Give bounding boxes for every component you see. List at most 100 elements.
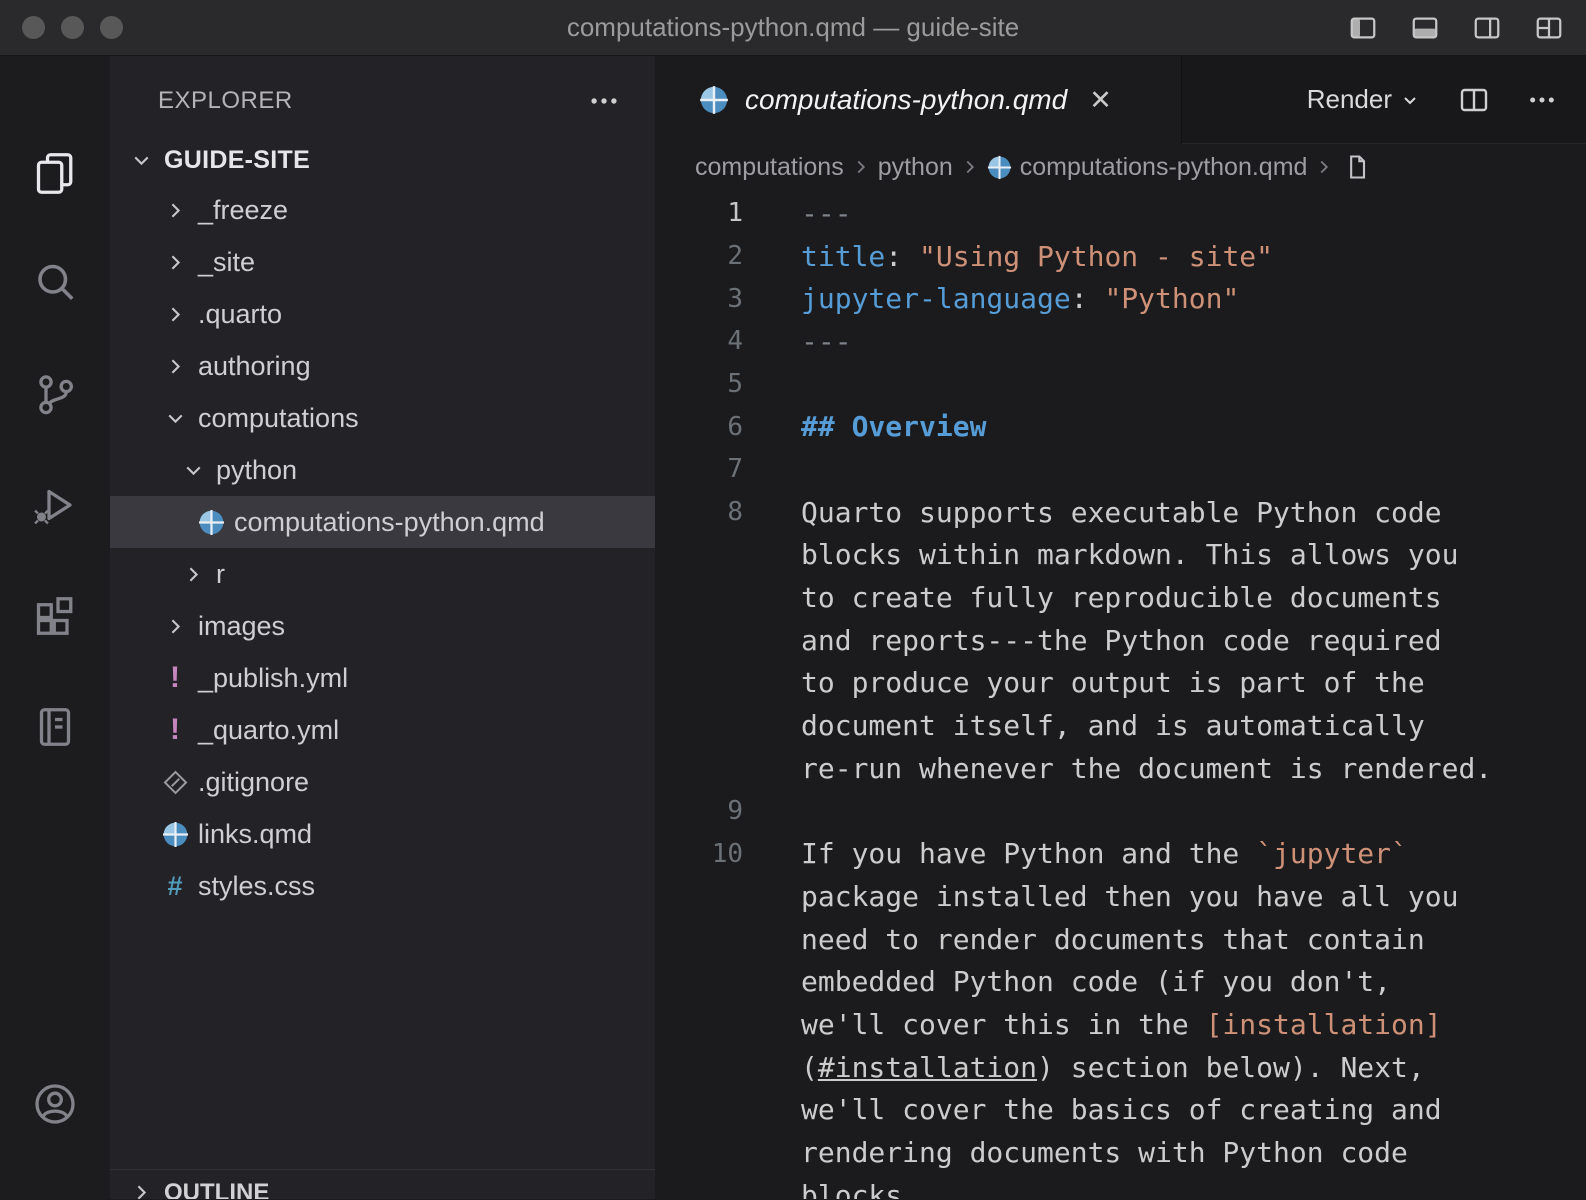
- zoom-window-icon[interactable]: [100, 16, 123, 39]
- tree-item-label: r: [216, 559, 225, 590]
- line-number: 5: [655, 369, 743, 399]
- line-number: 6: [655, 412, 743, 442]
- tree-item-authoring[interactable]: authoring: [110, 340, 655, 392]
- code-line[interactable]: we'll cover this in the [installation]: [655, 1003, 1586, 1046]
- tab-bar: computations-python.qmd ✕ Render: [655, 56, 1586, 144]
- tree-item-images[interactable]: images: [110, 600, 655, 652]
- line-content: If you have Python and the `jupyter`: [801, 837, 1408, 870]
- code-line[interactable]: document itself, and is automatically: [655, 704, 1586, 747]
- layout-icon[interactable]: [1534, 13, 1564, 43]
- chevron-right-icon[interactable]: [160, 614, 190, 639]
- explorer-title: EXPLORER: [158, 87, 293, 115]
- line-content: rendering documents with Python code: [801, 1136, 1408, 1169]
- tree-item-r[interactable]: r: [110, 548, 655, 600]
- split-editor-icon[interactable]: [1458, 84, 1490, 116]
- line-number: 10: [655, 839, 743, 869]
- tree-item--quarto[interactable]: .quarto: [110, 288, 655, 340]
- code-line[interactable]: 2title: "Using Python - site": [655, 235, 1586, 278]
- tree-item--publish-yml[interactable]: !_publish.yml: [110, 652, 655, 704]
- panel-right-icon[interactable]: [1472, 13, 1502, 43]
- chevron-right-icon[interactable]: [160, 250, 190, 275]
- line-number: 4: [655, 326, 743, 356]
- chevron-right-icon[interactable]: [160, 354, 190, 379]
- line-content: blocks within markdown. This allows you: [801, 538, 1458, 571]
- code-line[interactable]: 8Quarto supports executable Python code: [655, 491, 1586, 534]
- code-line[interactable]: 1---: [655, 192, 1586, 235]
- code-line[interactable]: embedded Python code (if you don't,: [655, 960, 1586, 1003]
- close-window-icon[interactable]: [22, 16, 45, 39]
- search-icon[interactable]: [0, 227, 110, 338]
- tree-item-label: authoring: [198, 351, 311, 382]
- tree-item-computations[interactable]: computations: [110, 392, 655, 444]
- line-content: and reports---the Python code required: [801, 624, 1442, 657]
- line-content: ---: [801, 197, 852, 230]
- source-control-icon[interactable]: [0, 338, 110, 449]
- code-line[interactable]: package installed then you have all you: [655, 875, 1586, 918]
- account-icon[interactable]: [0, 1048, 110, 1159]
- breadcrumb-item-python[interactable]: python: [878, 153, 953, 182]
- code-line[interactable]: blocks.: [655, 1174, 1586, 1199]
- breadcrumb-item-file[interactable]: computations-python.qmd: [1020, 153, 1308, 182]
- chevron-right-icon[interactable]: [178, 562, 208, 587]
- tree-item--quarto-yml[interactable]: !_quarto.yml: [110, 704, 655, 756]
- tree-item-styles-css[interactable]: #styles.css: [110, 860, 655, 912]
- render-button[interactable]: Render: [1307, 84, 1422, 115]
- more-actions-icon[interactable]: [1526, 84, 1558, 116]
- code-line[interactable]: and reports---the Python code required: [655, 619, 1586, 662]
- code-editor[interactable]: 1---2title: "Using Python - site"3jupyte…: [655, 190, 1586, 1199]
- line-content: Quarto supports executable Python code: [801, 496, 1442, 529]
- code-line[interactable]: blocks within markdown. This allows you: [655, 534, 1586, 577]
- chevron-right-icon: [850, 156, 872, 178]
- panel-left-icon[interactable]: [1348, 13, 1378, 43]
- code-line[interactable]: 3jupyter-language: "Python": [655, 277, 1586, 320]
- extensions-icon[interactable]: [0, 560, 110, 671]
- chevron-down-icon[interactable]: [126, 148, 156, 173]
- tree-item--freeze[interactable]: _freeze: [110, 184, 655, 236]
- outline-section-header[interactable]: OUTLINE: [110, 1169, 655, 1199]
- code-line[interactable]: 6 ## Overview: [655, 405, 1586, 448]
- chevron-right-icon[interactable]: [160, 198, 190, 223]
- tree-item-links-qmd[interactable]: links.qmd: [110, 808, 655, 860]
- tree-item-computations-python-qmd[interactable]: computations-python.qmd: [110, 496, 655, 548]
- line-content: to produce your output is part of the: [801, 666, 1425, 699]
- editor-group: computations-python.qmd ✕ Render computa…: [655, 56, 1586, 1199]
- more-actions-icon[interactable]: [587, 84, 621, 118]
- code-line[interactable]: 7: [655, 448, 1586, 491]
- traffic-lights: [22, 16, 123, 39]
- code-line[interactable]: (#installation) section below). Next,: [655, 1046, 1586, 1089]
- code-line[interactable]: to produce your output is part of the: [655, 662, 1586, 705]
- tree-item-python[interactable]: python: [110, 444, 655, 496]
- tree-item-label: python: [216, 455, 297, 486]
- code-line[interactable]: 10 If you have Python and the `jupyter`: [655, 832, 1586, 875]
- minimize-window-icon[interactable]: [61, 16, 84, 39]
- code-line[interactable]: we'll cover the basics of creating and: [655, 1088, 1586, 1131]
- code-line[interactable]: rendering documents with Python code: [655, 1131, 1586, 1174]
- tree-root-guide-site[interactable]: GUIDE-SITE: [110, 136, 655, 184]
- sidebar-header: EXPLORER: [110, 56, 655, 132]
- chevron-down-icon[interactable]: [160, 406, 190, 431]
- chevron-down-icon[interactable]: [178, 458, 208, 483]
- document-symbol-icon: [1343, 153, 1371, 181]
- line-content: need to render documents that contain: [801, 923, 1425, 956]
- code-line[interactable]: need to render documents that contain: [655, 918, 1586, 961]
- run-and-debug-icon[interactable]: [0, 449, 110, 560]
- notebook-icon[interactable]: [0, 671, 110, 782]
- explorer-icon[interactable]: [0, 116, 110, 227]
- code-line[interactable]: re-run whenever the document is rendered…: [655, 747, 1586, 790]
- code-line[interactable]: 5: [655, 363, 1586, 406]
- chevron-right-icon[interactable]: [160, 302, 190, 327]
- tree-item--gitignore[interactable]: .gitignore: [110, 756, 655, 808]
- line-content: document itself, and is automatically: [801, 709, 1425, 742]
- code-line[interactable]: to create fully reproducible documents: [655, 576, 1586, 619]
- chevron-right-icon: [959, 156, 981, 178]
- code-line[interactable]: 9: [655, 790, 1586, 833]
- tree-item-label: computations: [198, 403, 359, 434]
- tree-item--site[interactable]: _site: [110, 236, 655, 288]
- panel-bottom-icon[interactable]: [1410, 13, 1440, 43]
- close-tab-icon[interactable]: ✕: [1089, 85, 1112, 116]
- breadcrumb-item-computations[interactable]: computations: [695, 153, 844, 182]
- tab-computations-python[interactable]: computations-python.qmd ✕: [655, 56, 1182, 144]
- code-line[interactable]: 4---: [655, 320, 1586, 363]
- line-content: ## Overview: [801, 410, 986, 443]
- yaml-file-icon: !: [160, 661, 190, 695]
